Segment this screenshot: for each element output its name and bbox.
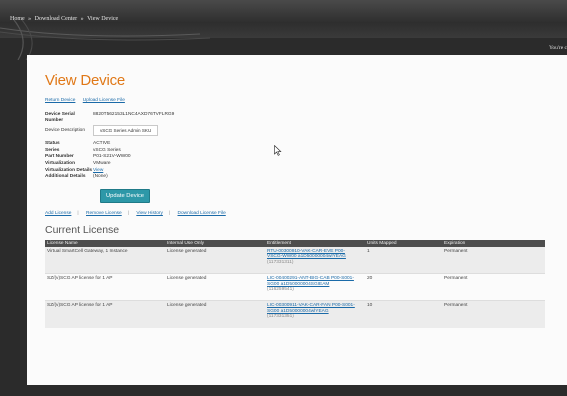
- license-table: License Name Internal Use Only Entitleme…: [45, 239, 545, 328]
- entitlement-cell: LIC-00400291-ANT-BIG-CAB P00-S001- SG00 a…: [265, 273, 365, 301]
- virtualization-details-label: Virtualization Details: [45, 167, 93, 173]
- serial-number-value: 8820T562153L1NC4AXD76TVFLRG9: [93, 112, 175, 117]
- virtualization-value: VMware: [93, 160, 111, 166]
- device-description-field[interactable]: vSCG Series Admin SKU: [93, 125, 159, 137]
- license-name-cell: SZ/(v)SCG AP license for 1 AP: [45, 273, 165, 301]
- device-links: Return Device Upload License File: [45, 98, 563, 103]
- series-value: vSCG Series: [93, 147, 121, 153]
- internal-use-cell: License generated: [165, 273, 265, 301]
- license-actions: Add License | Remove License | View Histor…: [45, 210, 226, 216]
- entitlement-id: (117331351): [267, 314, 294, 320]
- column-header-license-name[interactable]: License Name: [45, 239, 165, 247]
- entitlement-id: (117331311): [267, 259, 294, 265]
- device-description-label: Device Description: [45, 127, 85, 133]
- remove-license-link[interactable]: Remove License: [86, 211, 122, 216]
- entitlement-link[interactable]: LIC-00300911-VAK-CAR-FAN P00-S001- SG00 a…: [267, 303, 355, 314]
- serial-number-label: Device Serial Number: [45, 112, 75, 123]
- units-mapped-cell: 10: [365, 300, 442, 328]
- download-license-file-link[interactable]: Download License File: [178, 211, 226, 216]
- entitlement-cell: RTU-00300910-VAK-CAR-EVE P00- VSCG-WW00 a…: [265, 246, 365, 274]
- add-license-link[interactable]: Add License: [45, 211, 71, 216]
- expiration-cell: Permanent: [442, 273, 545, 301]
- current-license-title: Current License: [45, 223, 120, 236]
- additional-details-value: (None): [93, 174, 108, 180]
- license-name-cell: SZ/(v)SCG AP license for 1 AP: [45, 300, 165, 328]
- status-label: Status: [45, 141, 60, 147]
- device-details: Device Serial Number 8820T562153L1NC4AXD…: [45, 112, 563, 180]
- units-mapped-cell: 20: [365, 273, 442, 301]
- series-label: Series: [45, 147, 60, 153]
- entitlement-id: (116259541): [267, 287, 294, 293]
- entitlement-link[interactable]: LIC-00400291-ANT-BIG-CAB P00-S001- SG00 a…: [267, 276, 354, 287]
- header-swoosh-decoration: [0, 20, 211, 60]
- table-row: SZ/(v)SCG AP license for 1 AP License ge…: [45, 273, 545, 301]
- expiration-cell: Permanent: [442, 300, 545, 328]
- column-header-units-mapped[interactable]: Units Mapped: [365, 239, 442, 247]
- upload-license-file-link[interactable]: Upload License File: [83, 98, 125, 103]
- part-number-value: P01-S21V-WW00: [93, 154, 131, 160]
- part-number-label: Part Number: [45, 154, 74, 160]
- return-device-link[interactable]: Return Device: [45, 98, 75, 103]
- entitlement-cell: LIC-00300911-VAK-CAR-FAN P00-S001- SG00 a…: [265, 300, 365, 328]
- expiration-cell: Permanent: [442, 246, 545, 274]
- additional-details-label: Additional Details: [45, 174, 86, 180]
- units-mapped-cell: 1: [365, 246, 442, 274]
- virtualization-details-view-link[interactable]: View: [93, 168, 103, 173]
- internal-use-cell: License generated: [165, 246, 265, 274]
- virtualization-label: Virtualization: [45, 160, 76, 166]
- page-title: View Device: [45, 72, 126, 89]
- table-header-row: License Name Internal Use Only Entitleme…: [45, 239, 545, 247]
- status-value: ACTIVE: [93, 141, 111, 147]
- internal-use-cell: License generated: [165, 300, 265, 328]
- column-header-entitlement[interactable]: Entitlement: [265, 239, 365, 247]
- mouse-pointer-icon: [274, 145, 282, 156]
- update-device-button[interactable]: Update Device: [100, 188, 151, 203]
- welcome-text: You're c: [548, 45, 567, 51]
- view-history-link[interactable]: View History: [136, 211, 163, 216]
- column-header-internal-use[interactable]: Internal Use Only: [165, 239, 265, 247]
- column-header-expiration[interactable]: Expiration: [442, 239, 545, 247]
- entitlement-link[interactable]: RTU-00300910-VAK-CAR-EVE P00- VSCG-WW00 a…: [267, 249, 346, 260]
- license-name-cell: Virtual SmartCell Gateway, 1 Instance: [45, 246, 165, 274]
- table-row: SZ/(v)SCG AP license for 1 AP License ge…: [45, 300, 545, 328]
- table-row: Virtual SmartCell Gateway, 1 Instance Li…: [45, 246, 545, 274]
- main-panel: View Device Return Device Upload License…: [27, 55, 567, 385]
